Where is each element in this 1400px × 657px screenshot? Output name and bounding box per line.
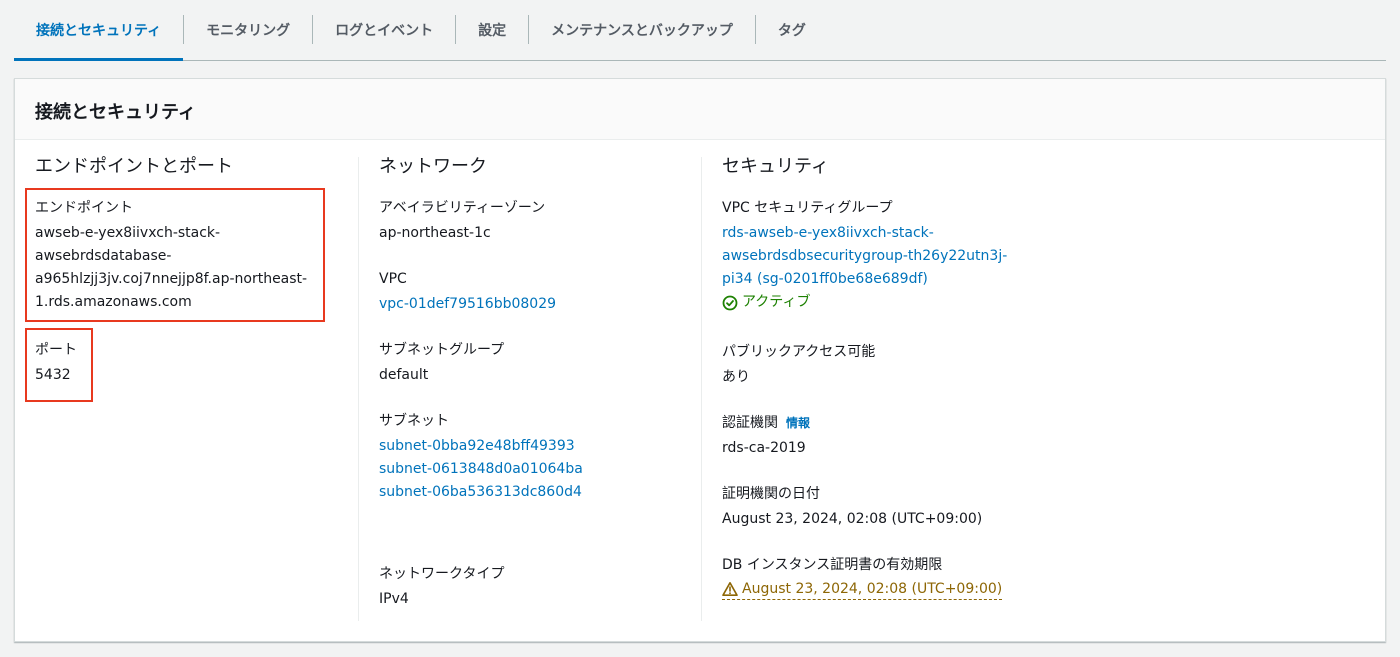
status-text: アクティブ (742, 294, 811, 310)
check-circle-icon (722, 295, 738, 310)
public-access-item: パブリックアクセス可能 あり (722, 342, 1122, 389)
cert-expiry-value-wrap: August 23, 2024, 02:08 (UTC+09:00) (722, 579, 1122, 605)
ca-date-item: 証明機関の日付 August 23, 2024, 02:08 (UTC+09:0… (722, 484, 1122, 531)
vpc-item: VPC vpc-01def79516bb08029 (379, 269, 699, 316)
subnets-list: subnet-0bba92e48bff49393 subnet-0613848d… (379, 435, 699, 504)
security-group-label: VPC セキュリティグループ (722, 200, 893, 216)
warning-icon (722, 581, 738, 596)
security-group-line[interactable]: awsebrdsdbsecuritygroup-th26y22utn3j- (722, 245, 1122, 268)
network-type-item: ネットワークタイプ IPv4 (379, 564, 699, 611)
column-divider (701, 157, 702, 621)
endpoint-highlight-box (25, 188, 325, 322)
tab-connectivity-security[interactable]: 接続とセキュリティ (14, 0, 184, 61)
ca-date-label: 証明機関の日付 (722, 485, 820, 502)
security-group-link[interactable]: rds-awseb-e-yex8iivxch-stack- awsebrdsdb… (722, 222, 1122, 319)
az-item: アベイラビリティーゾーン ap-northeast-1c (379, 198, 699, 245)
security-title: セキュリティ (722, 156, 829, 177)
panel-header: 接続とセキュリティ (15, 79, 1385, 140)
tab-configuration[interactable]: 設定 (456, 0, 528, 60)
subnet-group-value: default (379, 367, 429, 383)
tab-tags[interactable]: タグ (756, 0, 828, 60)
az-value: ap-northeast-1c (379, 225, 491, 241)
subnet-link[interactable]: subnet-0613848d0a01064ba (379, 458, 699, 481)
subnets-item: サブネット subnet-0bba92e48bff49393 subnet-06… (379, 411, 699, 504)
network-type-label: ネットワークタイプ (379, 566, 505, 582)
subnet-link[interactable]: subnet-0bba92e48bff49393 (379, 435, 699, 458)
column-divider (358, 157, 359, 621)
info-link[interactable]: 情報 (786, 416, 810, 430)
vpc-label: VPC (379, 271, 407, 287)
panel-title: 接続とセキュリティ (35, 102, 196, 123)
tab-maintenance-backup[interactable]: メンテナンスとバックアップ (529, 0, 755, 60)
security-group-item: VPC セキュリティグループ rds-awseb-e-yex8iivxch-st… (722, 198, 1122, 319)
cert-expiry-label: DB インスタンス証明書の有効期限 (722, 556, 943, 573)
cert-expiry-warning[interactable]: August 23, 2024, 02:08 (UTC+09:00) (722, 579, 1003, 600)
ca-label: 認証機関 (722, 414, 778, 431)
network-title: ネットワーク (379, 156, 487, 177)
cert-expiry-value: August 23, 2024, 02:08 (UTC+09:00) (742, 580, 1003, 597)
tab-monitoring[interactable]: モニタリング (184, 0, 312, 60)
tab-bar: 接続とセキュリティ モニタリング ログとイベント 設定 メンテナンスとバックアッ… (14, 0, 1386, 61)
endpoint-port-title: エンドポイントとポート (35, 156, 233, 177)
cert-expiry-item: DB インスタンス証明書の有効期限 August 23, 2024, 02:08… (722, 555, 1122, 605)
network-type-value: IPv4 (379, 591, 409, 607)
subnet-group-label: サブネットグループ (379, 342, 505, 358)
subnet-group-item: サブネットグループ default (379, 340, 699, 387)
subnet-link[interactable]: subnet-06ba536313dc860d4 (379, 481, 699, 504)
security-group-line[interactable]: rds-awseb-e-yex8iivxch-stack- (722, 222, 1122, 245)
tab-logs-events[interactable]: ログとイベント (313, 0, 455, 60)
port-highlight-box (25, 328, 93, 402)
ca-date-value: August 23, 2024, 02:08 (UTC+09:00) (722, 510, 983, 527)
public-access-value: あり (722, 368, 750, 385)
vpc-link[interactable]: vpc-01def79516bb08029 (379, 293, 699, 316)
subnets-label: サブネット (379, 413, 449, 429)
ca-value: rds-ca-2019 (722, 439, 806, 456)
network-column: ネットワーク アベイラビリティーゾーン ap-northeast-1c VPC … (379, 156, 699, 631)
az-label: アベイラビリティーゾーン (379, 200, 546, 216)
status-badge: アクティブ (722, 291, 810, 314)
ca-item: 認証機関 情報 rds-ca-2019 (722, 413, 1122, 460)
security-column: セキュリティ VPC セキュリティグループ rds-awseb-e-yex8ii… (722, 156, 1122, 625)
ca-label-row: 認証機関 情報 (722, 413, 1122, 433)
connectivity-security-panel: 接続とセキュリティ エンドポイントとポート エンドポイント awseb-e-ye… (14, 78, 1386, 642)
public-access-label: パブリックアクセス可能 (722, 343, 876, 360)
security-group-line[interactable]: pi34 (sg-0201ff0be68e689df) (722, 268, 1122, 291)
